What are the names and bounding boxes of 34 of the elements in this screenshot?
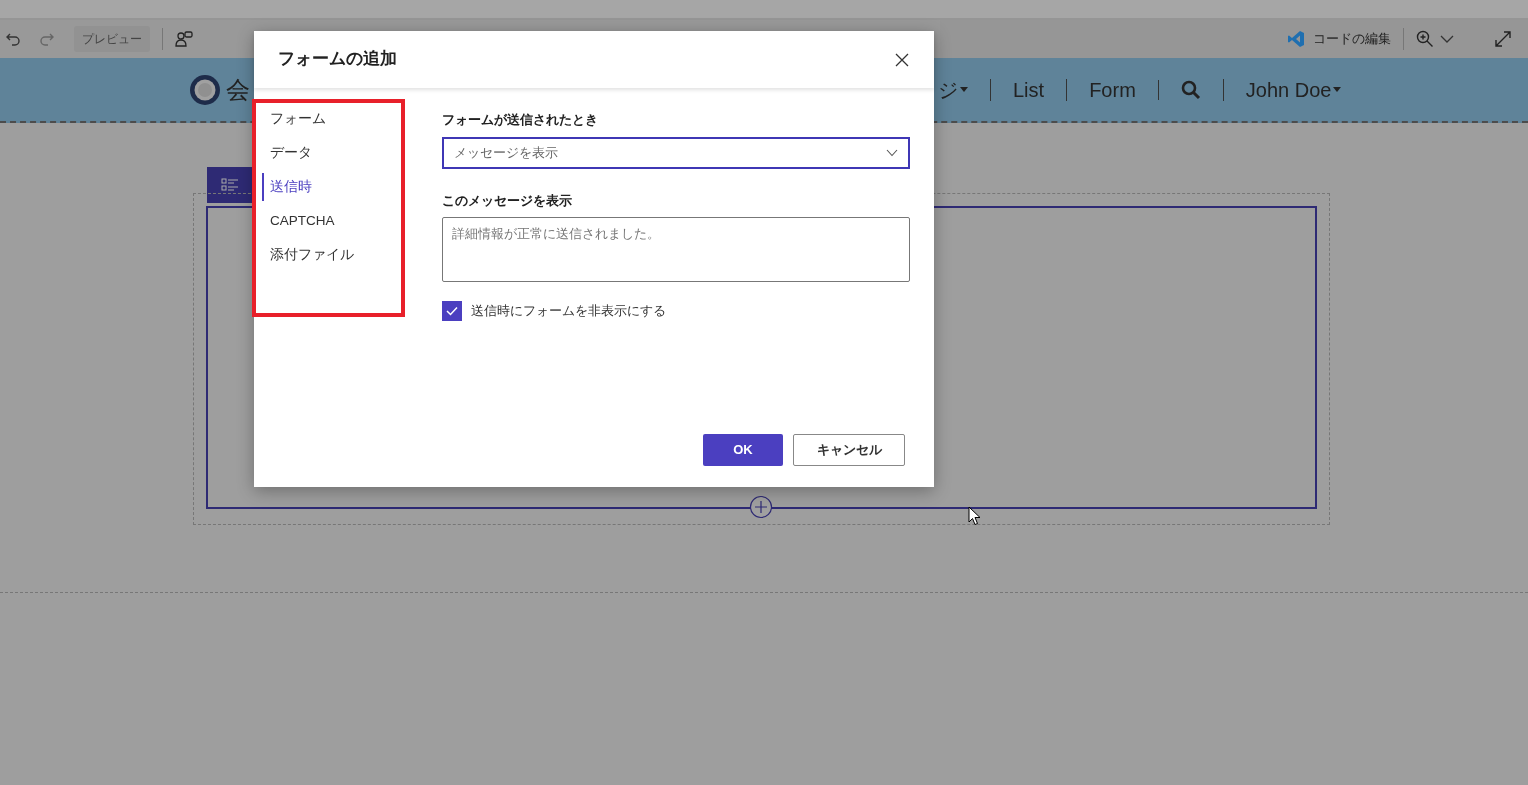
add-section-icon[interactable] — [749, 495, 773, 519]
sidebar-tab[interactable]: フォーム — [262, 105, 382, 133]
zoom-in-icon[interactable] — [1416, 30, 1434, 48]
nav-link[interactable]: List — [990, 78, 1067, 101]
mouse-cursor-icon — [968, 506, 981, 526]
field-label: フォームが送信されたとき — [442, 111, 599, 129]
list-icon — [221, 178, 239, 192]
checkbox[interactable] — [442, 301, 462, 321]
select-field[interactable]: メッセージを表示 — [442, 136, 910, 169]
search-icon — [1180, 79, 1201, 100]
nav-link[interactable]: John Doe — [1222, 78, 1364, 101]
ok-button[interactable]: OK — [703, 434, 783, 466]
brand-name: 会 — [226, 74, 250, 105]
sidebar-tab[interactable]: 添付ファイル — [262, 241, 382, 269]
chevron-down-icon[interactable] — [1440, 34, 1454, 44]
sidebar-tab[interactable]: 送信時 — [262, 173, 382, 201]
code-editor-icon — [1287, 30, 1305, 48]
cancel-button[interactable]: キャンセル — [793, 434, 905, 466]
edit-code-button[interactable]: コードの編集 — [1287, 29, 1391, 49]
logo-icon — [188, 72, 222, 107]
dialog-title: フォームの追加 — [278, 49, 397, 70]
field-label: このメッセージを表示 — [442, 191, 573, 210]
check-icon — [446, 306, 458, 316]
close-button[interactable] — [894, 51, 910, 68]
chevron-down-icon — [886, 148, 898, 157]
checkbox-label: 送信時にフォームを非表示にする — [471, 302, 666, 321]
message-field[interactable]: 詳細情報が正常に送信されました。 — [442, 217, 910, 282]
expand-icon[interactable] — [1494, 30, 1512, 48]
nav-link[interactable]: Form — [1066, 78, 1158, 101]
sidebar-tab[interactable]: CAPTCHA — [262, 207, 382, 235]
people-icon[interactable] — [175, 30, 193, 48]
section-toolbar-button[interactable] — [207, 167, 255, 203]
sidebar-tab[interactable]: データ — [262, 139, 382, 167]
nav-link[interactable]: ジ — [938, 78, 990, 101]
